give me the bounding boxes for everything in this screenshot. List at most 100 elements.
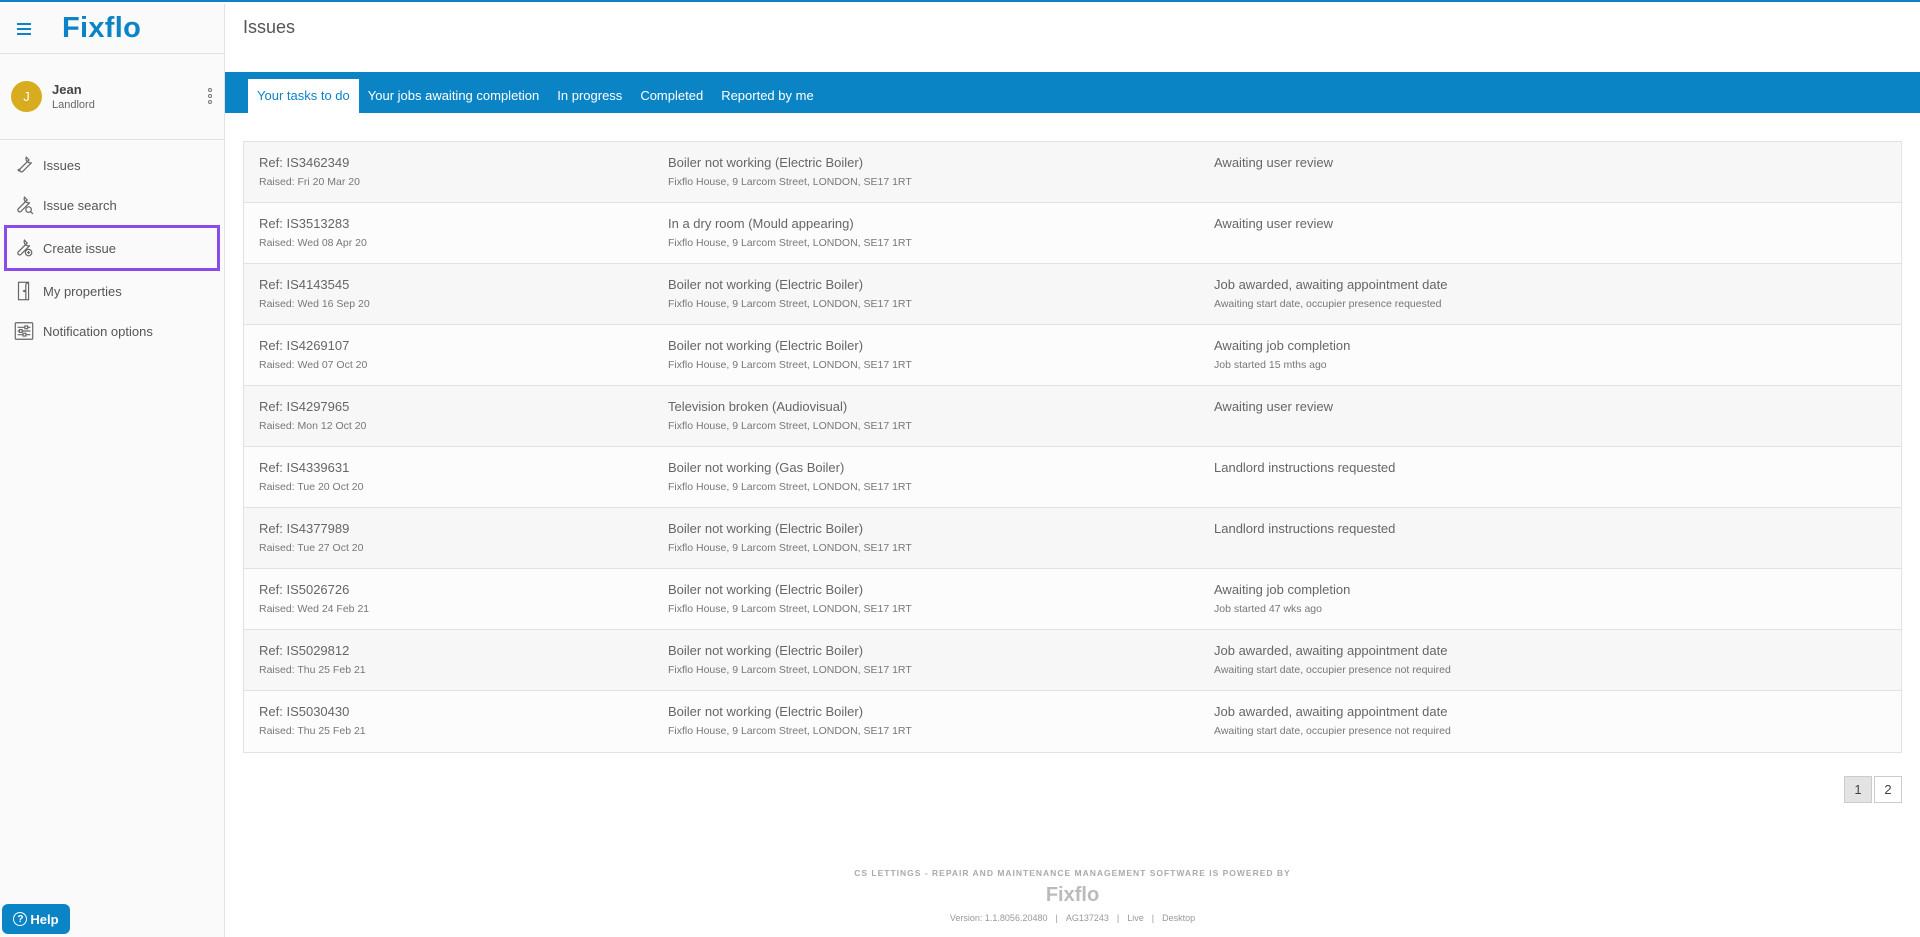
issue-status: Awaiting job completion: [1214, 582, 1351, 597]
issue-raised: Raised: Thu 25 Feb 21: [259, 725, 366, 737]
issue-ref: Ref: IS3462349: [259, 155, 350, 170]
help-button[interactable]: ? Help: [2, 904, 70, 934]
issue-address: Fixflo House, 9 Larcom Street, LONDON, S…: [668, 481, 912, 493]
sidebar-nav: Issues Issue search Create issue My prop…: [0, 140, 224, 351]
user-menu-kebab-icon[interactable]: [206, 88, 214, 108]
issue-raised: Raised: Wed 16 Sep 20: [259, 298, 370, 310]
issue-raised: Raised: Wed 07 Oct 20: [259, 359, 368, 371]
issue-title: Television broken (Audiovisual): [668, 399, 848, 414]
page-2-button[interactable]: 2: [1874, 776, 1902, 803]
sidebar-item-label: Issues: [43, 157, 81, 173]
issue-title: Boiler not working (Electric Boiler): [668, 582, 864, 597]
display-mode-link[interactable]: Desktop: [1162, 913, 1195, 923]
issue-status: Job awarded, awaiting appointment date: [1214, 277, 1448, 292]
issue-title: Boiler not working (Electric Boiler): [668, 277, 864, 292]
pagination: 1 2: [1842, 776, 1902, 803]
issue-status: Awaiting job completion: [1214, 338, 1351, 353]
footer-fixflo-logo: Fixflo: [1045, 884, 1100, 906]
issue-status: Landlord instructions requested: [1214, 460, 1396, 475]
sidebar-item-my-properties[interactable]: My properties: [0, 271, 224, 311]
issue-status: Job awarded, awaiting appointment date: [1214, 704, 1448, 719]
main-content: Issues Your tasks to do Your jobs awaiti…: [225, 4, 1920, 937]
issue-raised: Raised: Thu 25 Feb 21: [259, 664, 366, 676]
sidebar-item-label: Notification options: [43, 323, 153, 339]
issue-ref: Ref: IS4339631: [259, 460, 350, 475]
issue-ref: Ref: IS3513283: [259, 216, 350, 231]
issue-status-detail: Awaiting start date, occupier presence n…: [1214, 725, 1451, 737]
issue-raised: Raised: Fri 20 Mar 20: [259, 176, 360, 188]
issue-raised: Raised: Mon 12 Oct 20: [259, 420, 367, 432]
brand-bar: Fixflo: [0, 4, 224, 54]
table-row[interactable]: Ref: IS4143545 Raised: Wed 16 Sep 20 Boil…: [244, 264, 1901, 325]
tab-completed[interactable]: Completed: [631, 79, 712, 113]
door-icon: [12, 279, 36, 303]
version-text: Version: 1.1.8056.20480: [949, 913, 1048, 923]
issues-table: Ref: IS3462349 Raised: Fri 20 Mar 20 Boil…: [243, 141, 1902, 753]
issue-status-detail: Job started 15 mths ago: [1214, 359, 1327, 371]
table-row[interactable]: Ref: IS5026726 Raised: Wed 24 Feb 21 Boil…: [244, 569, 1901, 630]
issue-address: Fixflo House, 9 Larcom Street, LONDON, S…: [668, 725, 912, 737]
table-row[interactable]: Ref: IS5029812 Raised: Thu 25 Feb 21 Boil…: [244, 630, 1901, 691]
issue-ref: Ref: IS5026726: [259, 582, 350, 597]
table-row[interactable]: Ref: IS4297965 Raised: Mon 12 Oct 20 Tele…: [244, 386, 1901, 447]
issue-address: Fixflo House, 9 Larcom Street, LONDON, S…: [668, 359, 912, 371]
issue-status: Awaiting user review: [1214, 216, 1333, 231]
issue-address: Fixflo House, 9 Larcom Street, LONDON, S…: [668, 664, 912, 676]
sliders-icon: [12, 319, 36, 343]
issue-address: Fixflo House, 9 Larcom Street, LONDON, S…: [668, 542, 912, 554]
table-row[interactable]: Ref: IS4269107 Raised: Wed 07 Oct 20 Boil…: [244, 325, 1901, 386]
tab-bar: Your tasks to do Your jobs awaiting comp…: [225, 72, 1920, 113]
issue-ref: Ref: IS4297965: [259, 399, 350, 414]
avatar: J: [11, 81, 42, 112]
issue-ref: Ref: IS5029812: [259, 643, 350, 658]
sidebar-item-notification-options[interactable]: Notification options: [0, 311, 224, 351]
table-row[interactable]: Ref: IS5030430 Raised: Thu 25 Feb 21 Boil…: [244, 691, 1901, 752]
issue-status: Awaiting user review: [1214, 399, 1333, 414]
sidebar-item-label: Issue search: [43, 197, 117, 213]
issue-address: Fixflo House, 9 Larcom Street, LONDON, S…: [668, 298, 912, 310]
issue-ref: Ref: IS4143545: [259, 277, 350, 292]
user-profile: J Jean Landlord: [0, 54, 224, 140]
sidebar-item-issue-search[interactable]: Issue search: [0, 185, 224, 225]
issue-ref: Ref: IS4377989: [259, 521, 350, 536]
sidebar-item-create-issue[interactable]: Create issue: [4, 225, 220, 271]
tab-your-jobs-awaiting-completion[interactable]: Your jobs awaiting completion: [359, 79, 549, 113]
issue-status: Awaiting user review: [1214, 155, 1333, 170]
user-name: Jean: [52, 82, 82, 97]
issue-status: Job awarded, awaiting appointment date: [1214, 643, 1448, 658]
issue-title: Boiler not working (Electric Boiler): [668, 643, 864, 658]
page-1-button[interactable]: 1: [1844, 776, 1872, 803]
help-label: Help: [30, 911, 59, 927]
issue-status-detail: Awaiting start date, occupier presence n…: [1214, 664, 1451, 676]
issue-status-detail: Awaiting start date, occupier presence r…: [1214, 298, 1442, 310]
issue-title: In a dry room (Mould appearing): [668, 216, 854, 231]
wrench-icon: [12, 153, 36, 177]
issue-raised: Raised: Wed 24 Feb 21: [259, 603, 370, 615]
sidebar: Fixflo J Jean Landlord Issues Issue sear…: [0, 4, 225, 937]
issue-title: Boiler not working (Electric Boiler): [668, 521, 864, 536]
issue-ref: Ref: IS5030430: [259, 704, 350, 719]
footer-meta: Version: 1.1.8056.20480 | AG137243 | Live | De…: [949, 913, 1196, 923]
issue-ref: Ref: IS4269107: [259, 338, 350, 353]
powered-by-text: CS LETTINGS - REPAIR AND MAINTENANCE MAN…: [854, 868, 1291, 878]
issue-address: Fixflo House, 9 Larcom Street, LONDON, S…: [668, 420, 912, 432]
page-title: Issues: [243, 17, 296, 37]
table-row[interactable]: Ref: IS4339631 Raised: Tue 20 Oct 20 Boil…: [244, 447, 1901, 508]
tab-reported-by-me[interactable]: Reported by me: [712, 79, 823, 113]
table-row[interactable]: Ref: IS3513283 Raised: Wed 08 Apr 20 In a…: [244, 203, 1901, 264]
issue-title: Boiler not working (Electric Boiler): [668, 338, 864, 353]
table-row[interactable]: Ref: IS3462349 Raised: Fri 20 Mar 20 Boil…: [244, 142, 1901, 203]
sidebar-item-issues[interactable]: Issues: [0, 145, 224, 185]
fixflo-logo[interactable]: Fixflo: [62, 12, 141, 45]
tab-in-progress[interactable]: In progress: [548, 79, 631, 113]
table-row[interactable]: Ref: IS4377989 Raised: Tue 27 Oct 20 Boil…: [244, 508, 1901, 569]
tab-your-tasks-to-do[interactable]: Your tasks to do: [248, 79, 359, 113]
hamburger-menu-icon[interactable]: [0, 4, 48, 54]
account-code: AG137243: [1065, 913, 1109, 923]
footer: CS LETTINGS - REPAIR AND MAINTENANCE MAN…: [225, 868, 1920, 923]
wrench-add-icon: [12, 236, 36, 260]
environment-text: Live: [1127, 913, 1144, 923]
issue-title: Boiler not working (Electric Boiler): [668, 155, 864, 170]
issue-title: Boiler not working (Gas Boiler): [668, 460, 845, 475]
issue-address: Fixflo House, 9 Larcom Street, LONDON, S…: [668, 176, 912, 188]
